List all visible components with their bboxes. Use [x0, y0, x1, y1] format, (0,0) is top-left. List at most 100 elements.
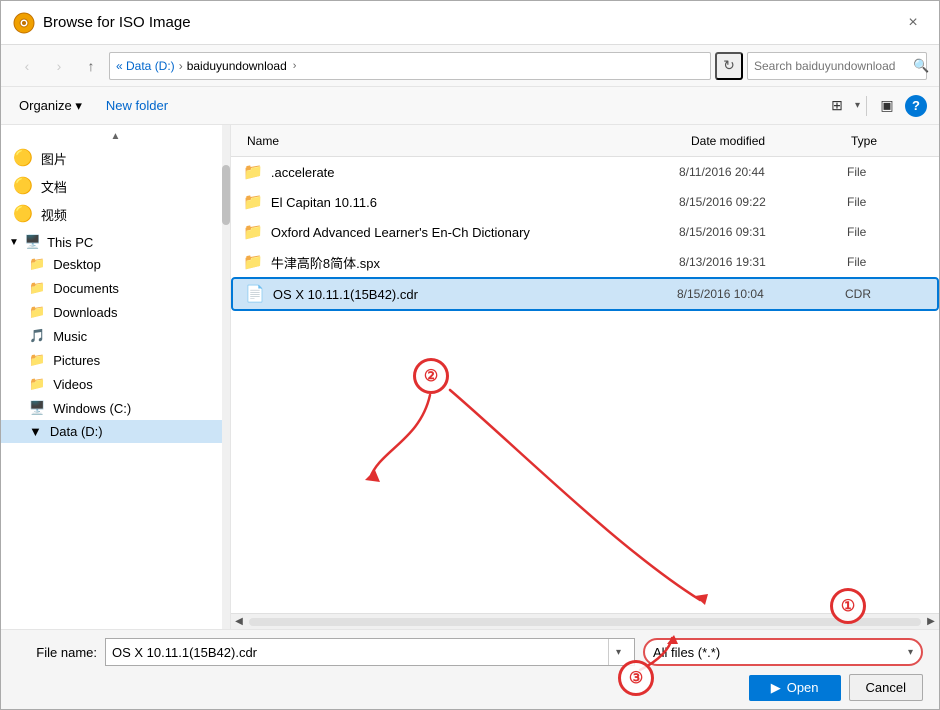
- thispc-icon: 🖥️: [25, 234, 41, 250]
- file-name: OS X 10.11.1(15B42).cdr: [273, 287, 669, 302]
- scroll-right-button[interactable]: ▶: [923, 614, 939, 630]
- col-header-name[interactable]: Name: [243, 134, 687, 148]
- sidebar-item-pictures[interactable]: 🟡 图片: [1, 144, 230, 172]
- sidebar-item-documents2[interactable]: 📁 Documents: [1, 276, 230, 300]
- sidebar-item-desktop[interactable]: 📁 Desktop: [1, 252, 230, 276]
- sidebar-item-label: Documents: [53, 281, 119, 296]
- file-type: File: [847, 255, 927, 269]
- file-type: File: [847, 165, 927, 179]
- bottom-bar: File name: ▾ All files (*.*) ▾ ▶ Open Ca…: [1, 629, 939, 709]
- file-row-niujin[interactable]: 📁 牛津高阶8简体.spx 8/13/2016 19:31 File: [231, 247, 939, 277]
- sidebar-scrollbar-thumb: [222, 165, 230, 225]
- documents2-icon: 📁: [29, 280, 45, 296]
- filename-input-wrap: ▾: [105, 638, 635, 666]
- sidebar-item-downloads[interactable]: 📁 Downloads: [1, 300, 230, 324]
- main-content: ▲ 🟡 图片 🟡 文档 🟡 视频 ▼ 🖥️ This PC: [1, 125, 939, 629]
- pane-button[interactable]: ▣: [873, 92, 901, 120]
- filename-input[interactable]: [112, 645, 608, 660]
- filename-row: File name: ▾ All files (*.*) ▾: [17, 638, 923, 666]
- file-doc-icon: 📄: [245, 284, 265, 304]
- breadcrumb-expand-icon[interactable]: ›: [291, 60, 299, 72]
- filename-label: File name:: [17, 645, 97, 660]
- sidebar-item-music[interactable]: 🎵 Music: [1, 324, 230, 348]
- folder-icon: 📁: [243, 222, 263, 242]
- close-button[interactable]: ×: [899, 9, 927, 37]
- file-type: File: [847, 225, 927, 239]
- folder-icon: 📁: [243, 252, 263, 272]
- view-grid-button[interactable]: ⊞: [823, 92, 851, 120]
- sidebar-item-videos2[interactable]: 📁 Videos: [1, 372, 230, 396]
- filename-dropdown-button[interactable]: ▾: [608, 639, 628, 665]
- folder-icon: 📁: [243, 192, 263, 212]
- help-button[interactable]: ?: [905, 95, 927, 117]
- back-button[interactable]: ‹: [13, 52, 41, 80]
- sidebar-item-windowsc[interactable]: 🖥️ Windows (C:): [1, 396, 230, 420]
- search-box: 🔍: [747, 52, 927, 80]
- file-row-accelerate[interactable]: 📁 .accelerate 8/11/2016 20:44 File: [231, 157, 939, 187]
- file-row-oxford[interactable]: 📁 Oxford Advanced Learner's En-Ch Dictio…: [231, 217, 939, 247]
- open-label: Open: [787, 680, 819, 695]
- col-header-type[interactable]: Type: [847, 134, 927, 148]
- file-list-header: Name Date modified Type: [231, 125, 939, 157]
- up-button[interactable]: ↑: [77, 52, 105, 80]
- file-panel: Name Date modified Type 📁 .accelerate 8/…: [231, 125, 939, 629]
- forward-button[interactable]: ›: [45, 52, 73, 80]
- new-folder-button[interactable]: New folder: [100, 95, 174, 116]
- organize-button[interactable]: Organize ▾: [13, 95, 88, 117]
- file-date: 8/15/2016 09:22: [679, 195, 839, 209]
- file-name: El Capitan 10.11.6: [271, 195, 671, 210]
- thispc-collapse-icon: ▼: [9, 237, 19, 248]
- sidebar-scrollbar[interactable]: [222, 125, 230, 629]
- thispc-section[interactable]: ▼ 🖥️ This PC: [1, 228, 230, 252]
- sidebar-item-videos[interactable]: 🟡 视频: [1, 200, 230, 228]
- filetype-select[interactable]: All files (*.*) ▾: [643, 638, 923, 666]
- file-row-elcapitan[interactable]: 📁 El Capitan 10.11.6 8/15/2016 09:22 Fil…: [231, 187, 939, 217]
- breadcrumb-bar: « Data (D:) › baiduyundownload ›: [109, 52, 711, 80]
- dialog-title: Browse for ISO Image: [43, 14, 899, 31]
- refresh-button[interactable]: ↻: [715, 52, 743, 80]
- col-header-date[interactable]: Date modified: [687, 134, 847, 148]
- documents-icon: 🟡: [13, 176, 33, 196]
- file-date: 8/13/2016 19:31: [679, 255, 839, 269]
- file-date: 8/11/2016 20:44: [679, 165, 839, 179]
- file-type: CDR: [845, 287, 925, 301]
- datad-icon: ▼: [29, 424, 42, 439]
- sidebar-item-label: Music: [53, 329, 87, 344]
- filetype-chevron-icon: ▾: [908, 647, 913, 658]
- toolbar: ‹ › ↑ « Data (D:) › baiduyundownload › ↻…: [1, 45, 939, 87]
- sidebar-item-label: Videos: [53, 377, 93, 392]
- scroll-left-button[interactable]: ◀: [231, 614, 247, 630]
- search-icon: 🔍: [913, 58, 929, 74]
- sidebar-item-label: Data (D:): [50, 424, 103, 439]
- view-separator: [866, 96, 867, 116]
- sidebar-item-label: Pictures: [53, 353, 100, 368]
- view-chevron-icon[interactable]: ▾: [855, 100, 860, 111]
- sidebar-item-label: Desktop: [53, 257, 101, 272]
- folder-icon: 📁: [243, 162, 263, 182]
- file-name: .accelerate: [271, 165, 671, 180]
- videos-icon: 🟡: [13, 204, 33, 224]
- filetype-text: All files (*.*): [653, 645, 908, 660]
- sidebar-scroll-up[interactable]: ▲: [1, 129, 230, 144]
- file-row-osx[interactable]: 📄 OS X 10.11.1(15B42).cdr 8/15/2016 10:0…: [231, 277, 939, 311]
- sidebar-item-label: 视频: [41, 205, 67, 224]
- action-bar-right: ⊞ ▾ ▣ ?: [823, 92, 927, 120]
- search-input[interactable]: [754, 59, 909, 73]
- pictures-icon: 🟡: [13, 148, 33, 168]
- pictures2-icon: 📁: [29, 352, 45, 368]
- breadcrumb-part1[interactable]: « Data (D:): [116, 59, 175, 73]
- file-date: 8/15/2016 09:31: [679, 225, 839, 239]
- cancel-button[interactable]: Cancel: [849, 674, 923, 701]
- horizontal-scrollbar[interactable]: ◀ ▶: [231, 613, 939, 629]
- sidebar-item-label: Windows (C:): [53, 401, 131, 416]
- sidebar-item-datad[interactable]: ▼ Data (D:): [1, 420, 230, 443]
- file-date: 8/15/2016 10:04: [677, 287, 837, 301]
- title-bar-icon: [13, 12, 35, 34]
- breadcrumb-current[interactable]: baiduyundownload: [187, 59, 287, 73]
- file-type: File: [847, 195, 927, 209]
- music-icon: 🎵: [29, 328, 45, 344]
- open-button[interactable]: ▶ Open: [749, 675, 841, 701]
- videos2-icon: 📁: [29, 376, 45, 392]
- sidebar-item-pictures2[interactable]: 📁 Pictures: [1, 348, 230, 372]
- sidebar-item-documents[interactable]: 🟡 文档: [1, 172, 230, 200]
